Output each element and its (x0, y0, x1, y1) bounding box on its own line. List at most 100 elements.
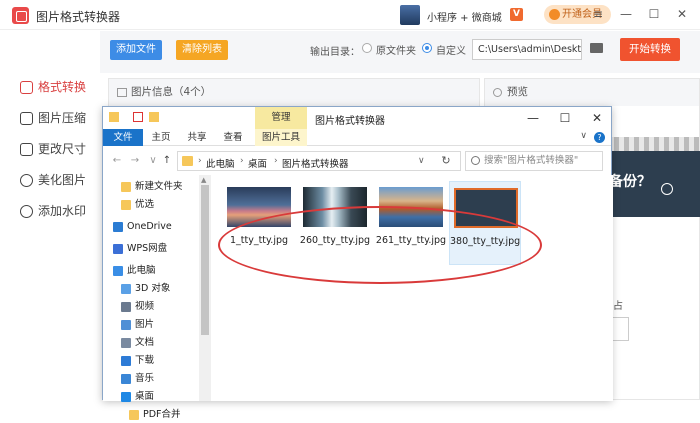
nav-item[interactable]: 新建文件夹 (103, 179, 199, 195)
explorer-window-title: 图片格式转换器 (315, 116, 385, 127)
title-bar: 图片格式转换器 小程序 + 微商城 V 开通会员 ≡ — ☐ ✕ (0, 0, 700, 30)
explorer-title-bar: 管理 图片格式转换器 — ☐ ✕ (103, 107, 611, 129)
resize-icon (20, 143, 33, 156)
nav-item-label: PDF合并 (143, 409, 181, 420)
watermark-icon (20, 205, 33, 218)
minimize-icon[interactable]: — (618, 6, 634, 22)
help-icon[interactable]: ? (594, 132, 605, 143)
nav-item-label: 桌面 (135, 391, 155, 402)
scrollbar-thumb[interactable] (201, 185, 209, 335)
promo-thumbnail[interactable] (400, 5, 420, 25)
forward-icon[interactable]: → (129, 155, 141, 167)
radio-source-folder[interactable]: 原文件夹 (362, 42, 416, 57)
documents-icon (121, 338, 131, 348)
clear-list-button[interactable]: 清除列表 (176, 40, 228, 60)
sidebar-item-label: 添加水印 (38, 204, 87, 218)
breadcrumb-folder[interactable]: 图片格式转换器 (282, 156, 349, 170)
explorer-minimize-icon[interactable]: — (525, 110, 541, 126)
compress-icon (20, 112, 33, 125)
sidebar-item-compress[interactable]: 图片压缩 (18, 107, 86, 129)
nav-item[interactable]: 优选 (103, 197, 199, 213)
tab-home[interactable]: 主页 (147, 129, 175, 146)
preview-image: 备份？ (609, 137, 700, 217)
preview-title: 预览 (507, 86, 528, 98)
nav-item-label: WPS网盘 (127, 243, 168, 254)
breadcrumb-separator: › (198, 156, 202, 166)
breadcrumb-separator: › (274, 156, 278, 166)
back-icon[interactable]: ← (111, 155, 123, 167)
mini-program-link[interactable]: 小程序 + 微商城 (427, 9, 502, 24)
folder-icon (129, 410, 139, 420)
image-info-header: 图片信息（4个） (109, 79, 479, 106)
nav-item[interactable]: 此电脑 (103, 263, 199, 279)
start-convert-button[interactable]: 开始转换 (620, 38, 680, 61)
address-bar[interactable]: › 此电脑 › 桌面 › 图片格式转换器 ∨ (177, 151, 461, 171)
app-window: 图片格式转换器 小程序 + 微商城 V 开通会员 ≡ — ☐ ✕ 格式转换 图片… (0, 0, 700, 420)
close-icon[interactable]: ✕ (674, 6, 690, 22)
ribbon-collapse-icon[interactable]: ∨ (580, 131, 587, 141)
preview-circle-icon (661, 183, 673, 195)
menu-icon[interactable]: ≡ (590, 6, 606, 22)
navigation-pane: 新建文件夹优选 OneDrive WPS网盘此电脑 3D 对象视频图片文档下载音乐桌面… (103, 175, 211, 420)
tab-share[interactable]: 共享 (183, 129, 211, 146)
image-info-title: 图片信息（4个） (131, 86, 212, 98)
wps-cloud-icon (113, 244, 123, 254)
sidebar-item-label: 美化图片 (38, 173, 87, 187)
add-file-button[interactable]: 添加文件 (110, 40, 162, 60)
browse-folder-icon[interactable] (590, 43, 603, 53)
sidebar-item-label: 更改尺寸 (38, 142, 87, 156)
output-path-input[interactable]: C:\Users\admin\Deskto (472, 39, 582, 60)
explorer-maximize-icon[interactable]: ☐ (557, 110, 573, 126)
sidebar-item-resize[interactable]: 更改尺寸 (18, 138, 86, 160)
nav-item[interactable]: 视频 (103, 299, 199, 315)
nav-item[interactable]: WPS网盘 (103, 241, 199, 257)
nav-item-label: 新建文件夹 (135, 181, 183, 192)
image-icon (117, 88, 127, 97)
refresh-icon[interactable]: ↻ (439, 154, 453, 168)
folder-icon (182, 156, 193, 166)
nav-item-label: 视频 (135, 301, 155, 312)
video-icon (121, 302, 131, 312)
sidebar-item-format-convert[interactable]: 格式转换 (18, 76, 86, 98)
sidebar-item-label: 格式转换 (38, 80, 87, 94)
nav-item[interactable]: 桌面 (103, 389, 199, 405)
nav-item[interactable]: 音乐 (103, 371, 199, 387)
search-input[interactable]: 搜索"图片格式转换器" (465, 151, 603, 171)
properties-icon[interactable] (133, 112, 143, 122)
tab-picture-tools[interactable]: 图片工具 (255, 129, 307, 146)
breadcrumb-desktop[interactable]: 桌面 (248, 156, 267, 170)
toolbar: 添加文件 清除列表 输出目录： 原文件夹 自定义 C:\Users\admin\… (100, 31, 700, 73)
nav-item[interactable]: 文档 (103, 335, 199, 351)
nav-item[interactable]: OneDrive (103, 219, 199, 235)
nav-item[interactable]: PDF合并 (103, 407, 199, 423)
preview-icon (493, 88, 502, 97)
nav-item[interactable]: 图片 (103, 317, 199, 333)
manage-tab[interactable]: 管理 (255, 107, 307, 129)
up-icon[interactable]: ↑ (161, 155, 173, 167)
tab-file[interactable]: 文件 (103, 129, 143, 146)
pc-icon (113, 266, 123, 276)
breadcrumb-this-pc[interactable]: 此电脑 (206, 156, 235, 170)
sidebar-item-watermark[interactable]: 添加水印 (18, 200, 86, 222)
sidebar-item-beautify[interactable]: 美化图片 (18, 169, 86, 191)
radio-custom[interactable]: 自定义 (422, 42, 466, 57)
address-dropdown-icon[interactable]: ∨ (418, 156, 425, 166)
nav-scrollbar[interactable]: ▲ (199, 175, 211, 401)
explorer-close-icon[interactable]: ✕ (589, 110, 605, 126)
music-icon (121, 374, 131, 384)
output-dir-label: 输出目录： (310, 47, 360, 58)
scroll-up-icon[interactable]: ▲ (201, 176, 206, 184)
new-folder-icon[interactable] (149, 112, 159, 122)
v-badge-icon[interactable]: V (510, 8, 523, 21)
maximize-icon[interactable]: ☐ (646, 6, 662, 22)
recent-dropdown-icon[interactable]: ∨ (147, 155, 159, 167)
preview-image-band (609, 137, 700, 151)
convert-icon (20, 81, 33, 94)
folder-icon (109, 112, 119, 122)
preview-side-label: 占 (613, 301, 623, 312)
tab-view[interactable]: 查看 (219, 129, 247, 146)
nav-item[interactable]: 下载 (103, 353, 199, 369)
nav-item-label: 文档 (135, 337, 155, 348)
nav-item[interactable]: 3D 对象 (103, 281, 199, 297)
nav-item-label: 此电脑 (127, 265, 156, 276)
